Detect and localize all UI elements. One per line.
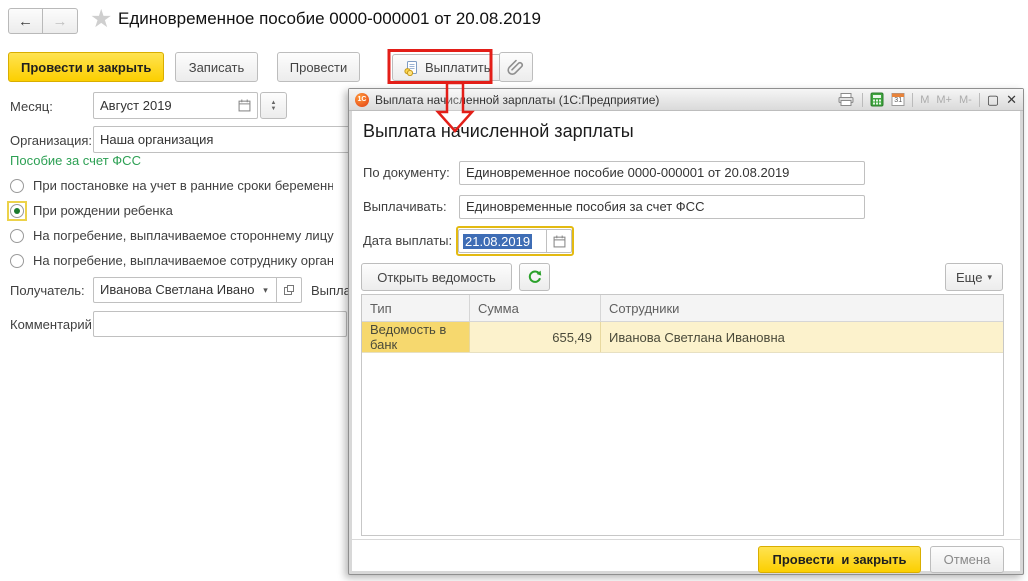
month-input[interactable]: Август 2019: [93, 92, 258, 119]
month-value: Август 2019: [100, 98, 238, 113]
radio-circle-selected[interactable]: [10, 204, 24, 218]
cell-type[interactable]: Ведомость в банк: [362, 322, 470, 352]
payment-dialog: 1С Выплата начисленной зарплаты (1С:Пред…: [348, 88, 1024, 575]
recipient-open-button[interactable]: [277, 277, 302, 303]
refresh-button[interactable]: [519, 263, 550, 291]
pay-button-label: Выплатить: [425, 60, 491, 75]
print-icon[interactable]: [837, 92, 855, 107]
payments-table: Тип Сумма Сотрудники Ведомость в банк 65…: [361, 294, 1004, 536]
pay-method-input[interactable]: Единовременные пособия за счет ФСС: [459, 195, 865, 219]
benefit-group-label: Пособие за счет ФСС: [10, 153, 141, 168]
radio-circle[interactable]: [10, 179, 24, 193]
titlebar-separator: [862, 93, 863, 107]
more-button-label: Еще: [956, 270, 982, 285]
page-title: Единовременное пособие 0000-000001 от 20…: [118, 9, 541, 29]
radio-label: На погребение, выплачиваемое сотруднику …: [33, 253, 333, 268]
chevron-down-icon: ▾: [263, 285, 268, 296]
column-header-employees[interactable]: Сотрудники: [601, 295, 1003, 321]
post-button[interactable]: Провести: [277, 52, 360, 82]
dialog-heading: Выплата начисленной зарплаты: [363, 121, 634, 142]
comment-input[interactable]: [93, 311, 347, 337]
comment-label: Комментарий:: [10, 317, 96, 332]
titlebar-separator: [912, 93, 913, 107]
organization-label: Организация:: [10, 133, 92, 148]
close-icon[interactable]: ✕: [1006, 92, 1017, 108]
memory-mplus-button[interactable]: M+: [936, 94, 952, 106]
dialog-title: Выплата начисленной зарплаты (1С:Предпри…: [375, 93, 831, 107]
memory-mminus-button[interactable]: M-: [959, 94, 972, 106]
screen: ← → ★ Единовременное пособие 0000-000001…: [0, 0, 1028, 581]
radio-option-funeral-third-party[interactable]: На погребение, выплачиваемое стороннему …: [10, 228, 334, 243]
more-button[interactable]: Еще ▾: [945, 263, 1003, 291]
calculator-icon[interactable]: [870, 92, 884, 107]
pay-method-label: Выплачивать:: [363, 199, 447, 214]
table-header: Тип Сумма Сотрудники: [362, 295, 1003, 322]
post-and-close-button[interactable]: Провести и закрыть: [8, 52, 164, 82]
refresh-icon: [527, 269, 543, 285]
dialog-titlebar[interactable]: 1С Выплата начисленной зарплаты (1С:Пред…: [349, 89, 1023, 111]
radio-circle[interactable]: [10, 229, 24, 243]
recipient-label: Получатель:: [10, 283, 85, 298]
pay-date-input[interactable]: 21.08.2019: [456, 226, 574, 256]
cell-employees[interactable]: Иванова Светлана Ивановна: [601, 322, 1003, 352]
column-header-type[interactable]: Тип: [362, 295, 470, 321]
column-header-amount[interactable]: Сумма: [470, 295, 601, 321]
dialog-post-and-close-button[interactable]: Провести и закрыть: [758, 546, 921, 573]
organization-input[interactable]: Наша организация: [93, 126, 356, 153]
forward-icon: →: [53, 13, 68, 30]
nav-buttons: ← →: [8, 8, 78, 34]
recipient-input[interactable]: Иванова Светлана Ивано: [93, 277, 256, 303]
pay-date-value: 21.08.2019: [463, 234, 532, 249]
maximize-icon[interactable]: ▢: [987, 92, 999, 108]
attachments-button[interactable]: [499, 52, 533, 82]
doc-label: По документу:: [363, 165, 450, 180]
radio-label: При рождении ребенка: [33, 203, 173, 218]
pay-button[interactable]: Выплатить: [392, 54, 502, 81]
month-label: Месяц:: [10, 99, 53, 114]
radio-circle[interactable]: [10, 254, 24, 268]
forward-button[interactable]: →: [43, 8, 78, 34]
month-spinner[interactable]: ▲ ▼: [260, 92, 287, 119]
calendar-icon[interactable]: [546, 229, 572, 253]
doc-input[interactable]: Единовременное пособие 0000-000001 от 20…: [459, 161, 865, 185]
cell-amount[interactable]: 655,49: [470, 322, 601, 352]
dialog-cancel-button[interactable]: Отмена: [930, 546, 1004, 573]
pay-date-label: Дата выплаты:: [363, 233, 452, 248]
calendar-icon[interactable]: [238, 99, 251, 112]
clipped-field-label: Выпла: [311, 283, 348, 298]
spinner-down-icon[interactable]: ▼: [271, 106, 277, 112]
back-icon: ←: [18, 13, 33, 30]
open-form-icon: [283, 284, 295, 296]
titlebar-separator: [979, 93, 980, 107]
radio-focus-ring: [7, 201, 27, 221]
1c-logo-icon: 1С: [355, 93, 369, 107]
recipient-dropdown-button[interactable]: ▾: [255, 277, 277, 303]
back-button[interactable]: ←: [8, 8, 43, 34]
calendar-day-icon[interactable]: 31: [891, 92, 905, 107]
radio-option-funeral-employee[interactable]: На погребение, выплачиваемое сотруднику …: [10, 253, 333, 268]
open-sheet-button[interactable]: Открыть ведомость: [361, 263, 512, 291]
chevron-down-icon: ▾: [987, 272, 992, 283]
dialog-content: Выплата начисленной зарплаты По документ…: [352, 111, 1020, 571]
write-button[interactable]: Записать: [175, 52, 258, 82]
radio-label: При постановке на учет в ранние сроки бе…: [33, 178, 333, 193]
memory-m-button[interactable]: M: [920, 94, 929, 106]
footer-divider: [352, 539, 1020, 540]
favorite-star-icon[interactable]: ★: [90, 4, 112, 34]
paperclip-icon: [506, 57, 526, 77]
radio-option-childbirth[interactable]: При рождении ребенка: [10, 203, 173, 218]
table-row[interactable]: Ведомость в банк 655,49 Иванова Светлана…: [362, 322, 1003, 353]
radio-option-pregnancy[interactable]: При постановке на учет в ранние сроки бе…: [10, 178, 333, 193]
pay-document-icon: [403, 60, 419, 76]
radio-label: На погребение, выплачиваемое стороннему …: [33, 228, 334, 243]
